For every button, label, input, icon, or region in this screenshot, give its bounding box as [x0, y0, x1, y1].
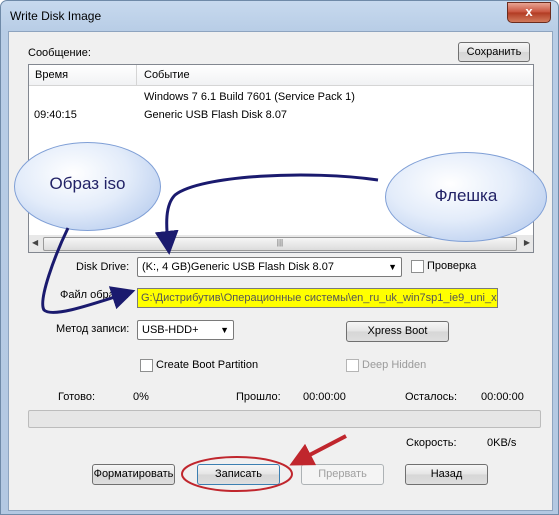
annotation-overlay: [41, 173, 379, 492]
arrow-to-write-button: [289, 434, 347, 466]
arrow-to-drive-select: [154, 173, 379, 255]
write-button-highlight: [181, 456, 293, 492]
arrow-to-image-file: [41, 227, 136, 314]
